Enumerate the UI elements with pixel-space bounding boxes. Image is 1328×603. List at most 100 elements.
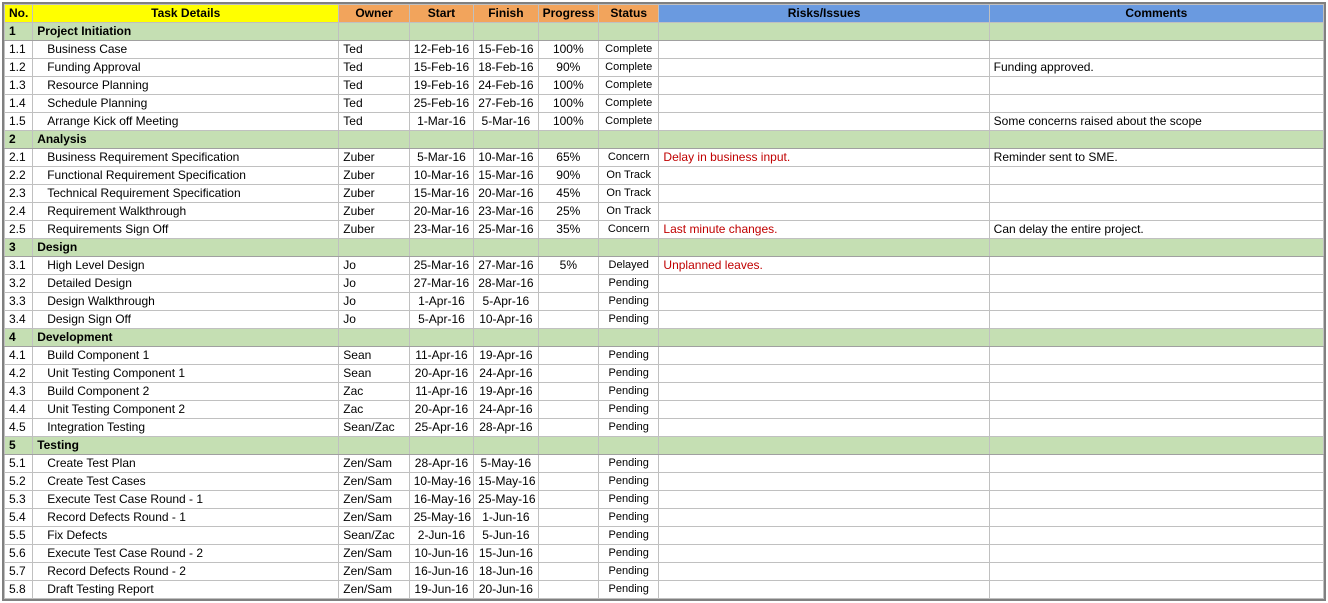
cell-owner[interactable]: Jo <box>339 275 409 293</box>
cell-finish[interactable] <box>474 239 538 257</box>
cell-finish[interactable]: 5-May-16 <box>474 455 538 473</box>
col-risks[interactable]: Risks/Issues <box>659 5 989 23</box>
cell-status[interactable]: Delayed <box>599 257 659 275</box>
cell-comments[interactable]: Reminder sent to SME. <box>989 149 1323 167</box>
cell-start[interactable]: 5-Apr-16 <box>409 311 473 329</box>
cell-progress[interactable]: 100% <box>538 77 598 95</box>
cell-no[interactable]: 5.7 <box>5 563 33 581</box>
cell-status[interactable] <box>599 23 659 41</box>
cell-progress[interactable] <box>538 491 598 509</box>
cell-risks[interactable] <box>659 239 989 257</box>
cell-start[interactable]: 19-Jun-16 <box>409 581 473 599</box>
cell-status[interactable]: Pending <box>599 401 659 419</box>
cell-risks[interactable] <box>659 23 989 41</box>
cell-progress[interactable] <box>538 545 598 563</box>
cell-finish[interactable] <box>474 437 538 455</box>
cell-status[interactable] <box>599 437 659 455</box>
cell-no[interactable]: 1.5 <box>5 113 33 131</box>
cell-task[interactable]: Detailed Design <box>33 275 339 293</box>
cell-progress[interactable] <box>538 383 598 401</box>
cell-comments[interactable] <box>989 131 1323 149</box>
cell-task[interactable]: Funding Approval <box>33 59 339 77</box>
table-row[interactable]: 4.5Integration TestingSean/Zac25-Apr-162… <box>5 419 1324 437</box>
cell-start[interactable]: 25-Feb-16 <box>409 95 473 113</box>
cell-comments[interactable] <box>989 347 1323 365</box>
cell-start[interactable]: 16-Jun-16 <box>409 563 473 581</box>
cell-finish[interactable]: 10-Mar-16 <box>474 149 538 167</box>
cell-risks[interactable] <box>659 185 989 203</box>
cell-status[interactable] <box>599 329 659 347</box>
cell-no[interactable]: 4 <box>5 329 33 347</box>
cell-progress[interactable] <box>538 293 598 311</box>
cell-start[interactable]: 15-Mar-16 <box>409 185 473 203</box>
cell-progress[interactable] <box>538 401 598 419</box>
cell-progress[interactable] <box>538 365 598 383</box>
cell-no[interactable]: 3.2 <box>5 275 33 293</box>
cell-start[interactable]: 25-Mar-16 <box>409 257 473 275</box>
table-row[interactable]: 2.5Requirements Sign OffZuber23-Mar-1625… <box>5 221 1324 239</box>
cell-owner[interactable]: Sean/Zac <box>339 527 409 545</box>
cell-finish[interactable]: 5-Apr-16 <box>474 293 538 311</box>
cell-start[interactable]: 1-Mar-16 <box>409 113 473 131</box>
cell-comments[interactable] <box>989 311 1323 329</box>
cell-progress[interactable]: 25% <box>538 203 598 221</box>
cell-start[interactable]: 27-Mar-16 <box>409 275 473 293</box>
cell-progress[interactable]: 100% <box>538 41 598 59</box>
cell-owner[interactable]: Zuber <box>339 167 409 185</box>
cell-progress[interactable] <box>538 455 598 473</box>
cell-finish[interactable]: 18-Jun-16 <box>474 563 538 581</box>
cell-risks[interactable] <box>659 59 989 77</box>
cell-start[interactable]: 15-Feb-16 <box>409 59 473 77</box>
cell-no[interactable]: 1.3 <box>5 77 33 95</box>
cell-owner[interactable]: Jo <box>339 257 409 275</box>
cell-task[interactable]: Testing <box>33 437 339 455</box>
cell-status[interactable]: Pending <box>599 473 659 491</box>
table-row[interactable]: 4.1Build Component 1Sean11-Apr-1619-Apr-… <box>5 347 1324 365</box>
col-comments[interactable]: Comments <box>989 5 1323 23</box>
cell-status[interactable] <box>599 131 659 149</box>
cell-task[interactable]: Business Case <box>33 41 339 59</box>
cell-start[interactable]: 12-Feb-16 <box>409 41 473 59</box>
cell-no[interactable]: 5.5 <box>5 527 33 545</box>
cell-finish[interactable]: 20-Mar-16 <box>474 185 538 203</box>
cell-progress[interactable] <box>538 239 598 257</box>
cell-task[interactable]: Schedule Planning <box>33 95 339 113</box>
cell-task[interactable]: Development <box>33 329 339 347</box>
cell-status[interactable]: On Track <box>599 203 659 221</box>
cell-progress[interactable] <box>538 419 598 437</box>
cell-status[interactable]: Concern <box>599 149 659 167</box>
cell-finish[interactable]: 15-May-16 <box>474 473 538 491</box>
cell-risks[interactable] <box>659 563 989 581</box>
cell-status[interactable]: Pending <box>599 275 659 293</box>
cell-start[interactable]: 11-Apr-16 <box>409 347 473 365</box>
cell-comments[interactable] <box>989 455 1323 473</box>
cell-start[interactable] <box>409 329 473 347</box>
table-row[interactable]: 2.4Requirement WalkthroughZuber20-Mar-16… <box>5 203 1324 221</box>
table-row[interactable]: 1.2Funding ApprovalTed15-Feb-1618-Feb-16… <box>5 59 1324 77</box>
cell-owner[interactable]: Ted <box>339 77 409 95</box>
cell-no[interactable]: 2 <box>5 131 33 149</box>
col-status[interactable]: Status <box>599 5 659 23</box>
cell-task[interactable]: Unit Testing Component 1 <box>33 365 339 383</box>
cell-task[interactable]: Technical Requirement Specification <box>33 185 339 203</box>
cell-comments[interactable] <box>989 491 1323 509</box>
cell-status[interactable]: Pending <box>599 419 659 437</box>
cell-owner[interactable] <box>339 437 409 455</box>
cell-no[interactable]: 4.2 <box>5 365 33 383</box>
cell-progress[interactable] <box>538 437 598 455</box>
cell-progress[interactable] <box>538 581 598 599</box>
cell-comments[interactable] <box>989 473 1323 491</box>
cell-no[interactable]: 5.2 <box>5 473 33 491</box>
cell-owner[interactable]: Sean <box>339 347 409 365</box>
cell-no[interactable]: 4.1 <box>5 347 33 365</box>
table-row[interactable]: 4.4Unit Testing Component 2Zac20-Apr-162… <box>5 401 1324 419</box>
cell-comments[interactable] <box>989 95 1323 113</box>
cell-start[interactable]: 20-Apr-16 <box>409 365 473 383</box>
cell-comments[interactable] <box>989 23 1323 41</box>
group-row[interactable]: 3Design <box>5 239 1324 257</box>
cell-start[interactable]: 10-Mar-16 <box>409 167 473 185</box>
table-row[interactable]: 2.2Functional Requirement SpecificationZ… <box>5 167 1324 185</box>
cell-finish[interactable]: 15-Jun-16 <box>474 545 538 563</box>
col-finish[interactable]: Finish <box>474 5 538 23</box>
cell-task[interactable]: Record Defects Round - 2 <box>33 563 339 581</box>
